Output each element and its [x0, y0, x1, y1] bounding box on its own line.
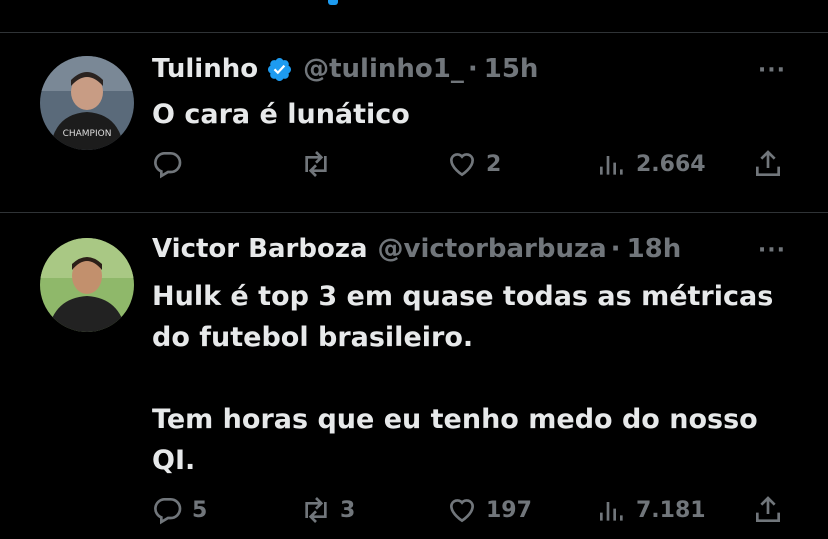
avatar[interactable]	[40, 238, 134, 332]
avatar[interactable]: CHAMPION	[40, 56, 134, 150]
like-icon	[449, 153, 475, 177]
views-button[interactable]: 7.181	[596, 494, 706, 526]
tweet-item[interactable]: CHAMPION Tulinho @tulinho1_ · 15h ··· O …	[0, 32, 828, 212]
tweet-actions: 2 2.664	[152, 148, 792, 188]
reply-icon	[154, 498, 182, 525]
separator-dot: ·	[610, 234, 621, 264]
share-icon	[756, 150, 780, 176]
retweet-button[interactable]: 3	[300, 494, 355, 526]
tweet-text: Hulk é top 3 em quase todas as métricas …	[152, 281, 774, 476]
svg-text:CHAMPION: CHAMPION	[63, 129, 112, 139]
like-button[interactable]: 197	[446, 494, 532, 526]
timestamp[interactable]: 15h	[484, 54, 539, 84]
share-button[interactable]	[752, 494, 784, 526]
tweet-item[interactable]: Victor Barboza @victorbarbuza · 18h ··· …	[0, 212, 828, 539]
separator-dot: ·	[467, 54, 478, 84]
author-name[interactable]: Tulinho	[152, 54, 258, 84]
retweet-icon	[305, 151, 327, 177]
reply-count: 5	[192, 497, 208, 523]
author-name[interactable]: Victor Barboza	[152, 234, 368, 264]
views-icon	[600, 156, 623, 175]
tweet-actions: 5 3 197 7.181	[152, 494, 792, 534]
tweet-header: Tulinho @tulinho1_ · 15h	[152, 54, 538, 84]
verified-badge-icon	[266, 56, 293, 83]
view-count: 7.181	[636, 497, 706, 523]
tweet-header: Victor Barboza @victorbarbuza · 18h	[152, 234, 681, 264]
share-button[interactable]	[752, 148, 784, 180]
retweet-icon	[305, 497, 327, 523]
timestamp[interactable]: 18h	[627, 234, 682, 264]
like-count: 197	[486, 497, 532, 523]
views-icon	[600, 502, 623, 521]
retweet-button[interactable]	[300, 148, 340, 180]
views-button[interactable]: 2.664	[596, 148, 706, 180]
author-handle[interactable]: @tulinho1_	[303, 54, 464, 84]
reply-button[interactable]	[152, 148, 192, 180]
like-count: 2	[486, 151, 502, 177]
active-tab-indicator	[328, 0, 338, 5]
reply-button[interactable]: 5	[152, 494, 207, 526]
retweet-count: 3	[340, 497, 356, 523]
tweet-text: O cara é lunático	[152, 99, 410, 130]
more-options-icon[interactable]: ···	[758, 58, 786, 83]
more-options-icon[interactable]: ···	[758, 238, 786, 263]
author-handle[interactable]: @victorbarbuza	[378, 234, 607, 264]
like-button[interactable]: 2	[446, 148, 501, 180]
reply-icon	[154, 152, 182, 179]
share-icon	[756, 496, 780, 522]
like-icon	[449, 499, 475, 523]
view-count: 2.664	[636, 151, 706, 177]
